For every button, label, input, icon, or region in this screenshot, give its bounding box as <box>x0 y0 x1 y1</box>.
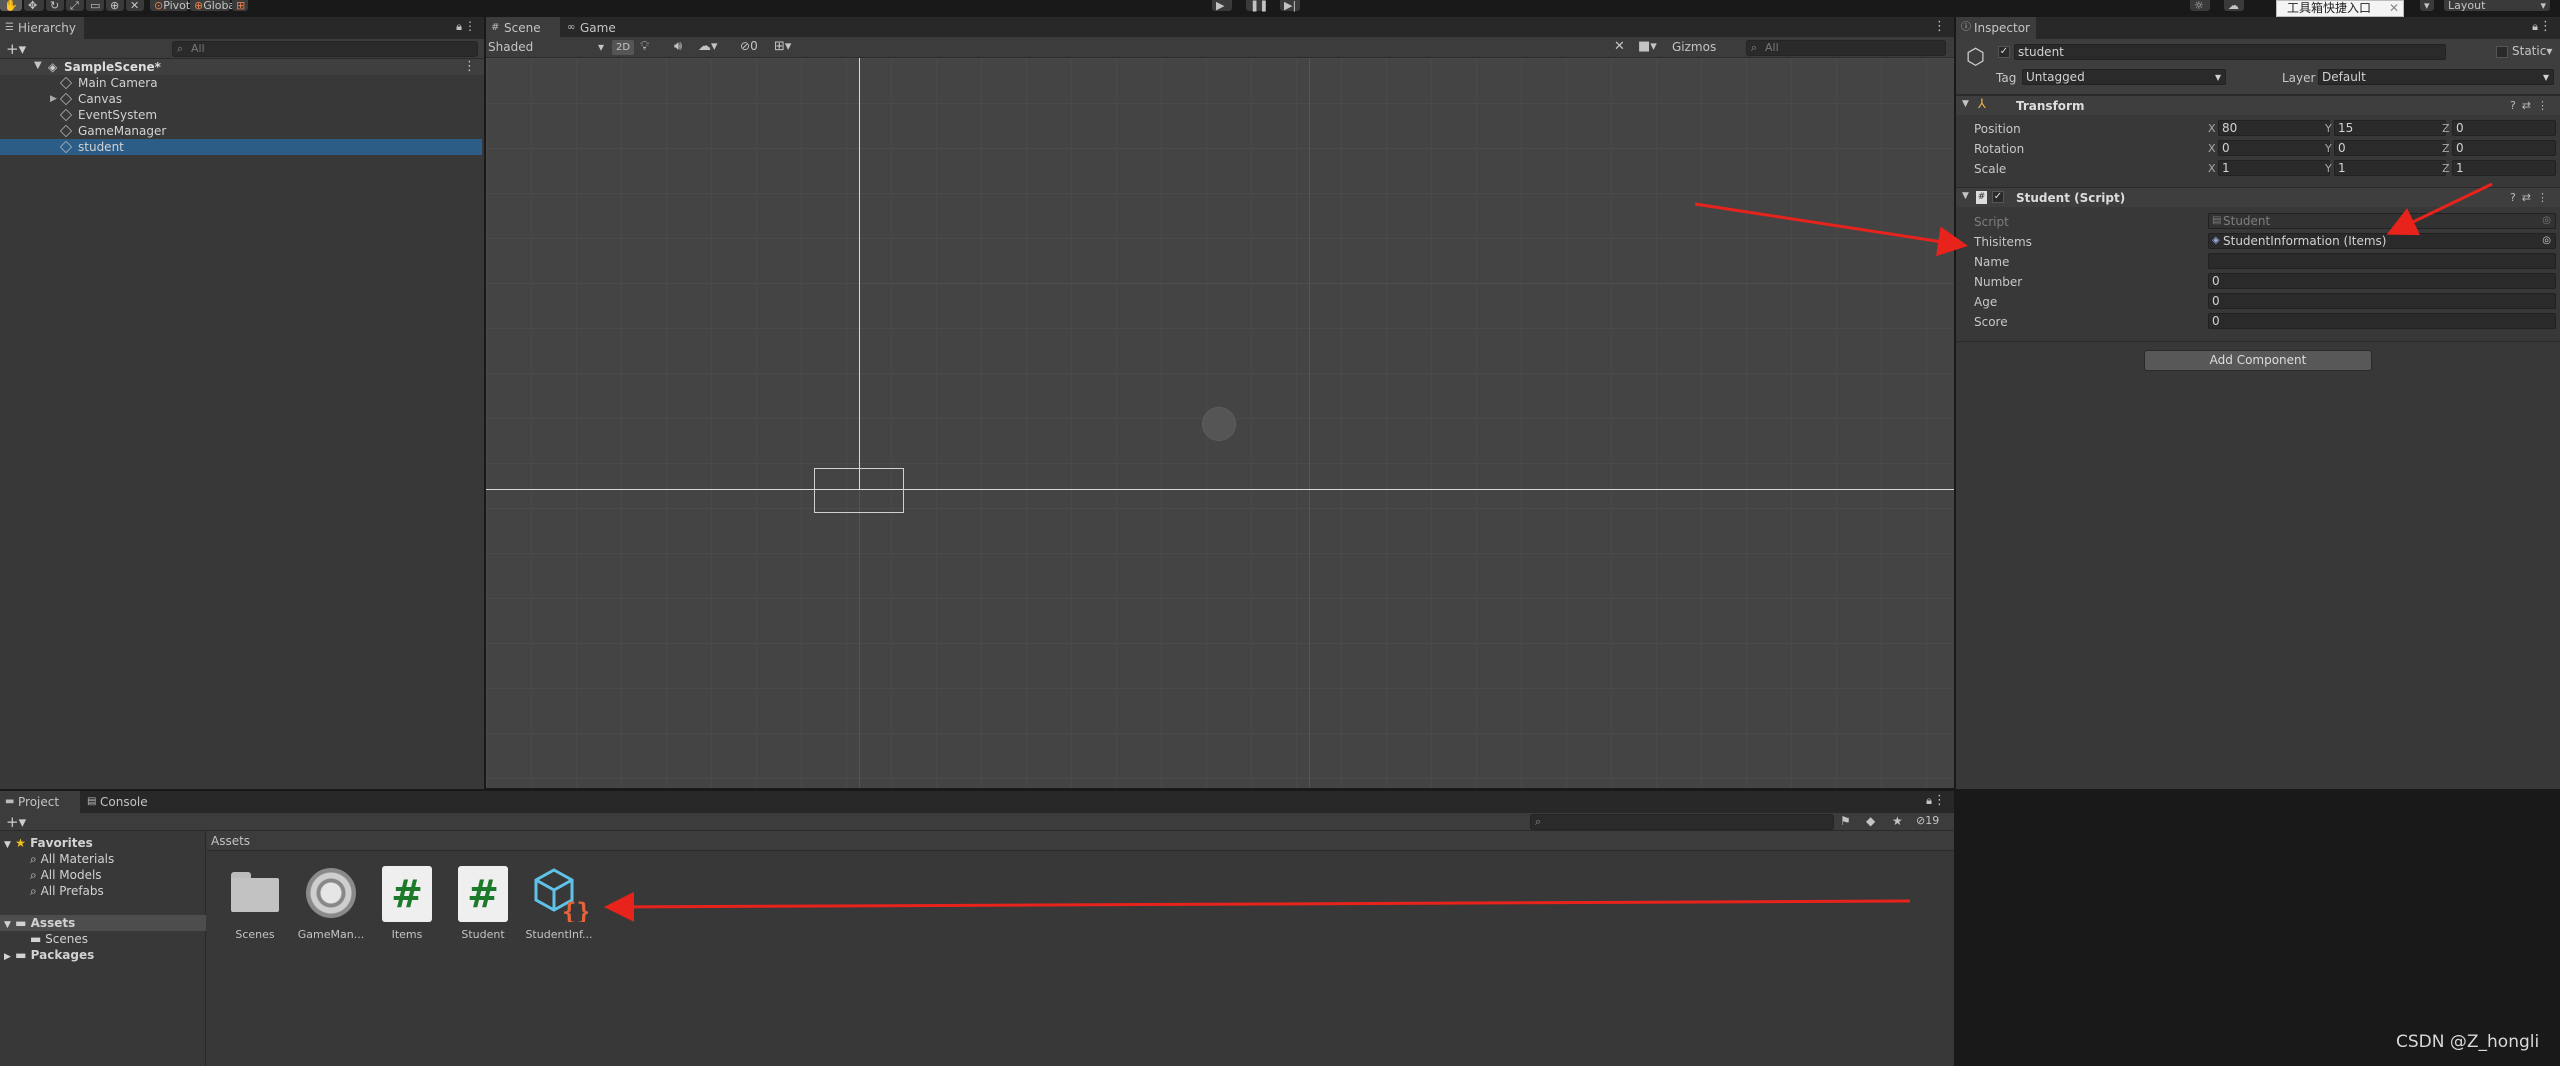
annotation-arrow <box>604 891 1911 922</box>
annotation-arrow <box>1694 202 1968 257</box>
watermark: CSDN @Z_hongli <box>2396 1032 2540 1052</box>
annotation-overlay <box>604 182 2493 922</box>
annotation-arrow <box>2386 182 2493 236</box>
